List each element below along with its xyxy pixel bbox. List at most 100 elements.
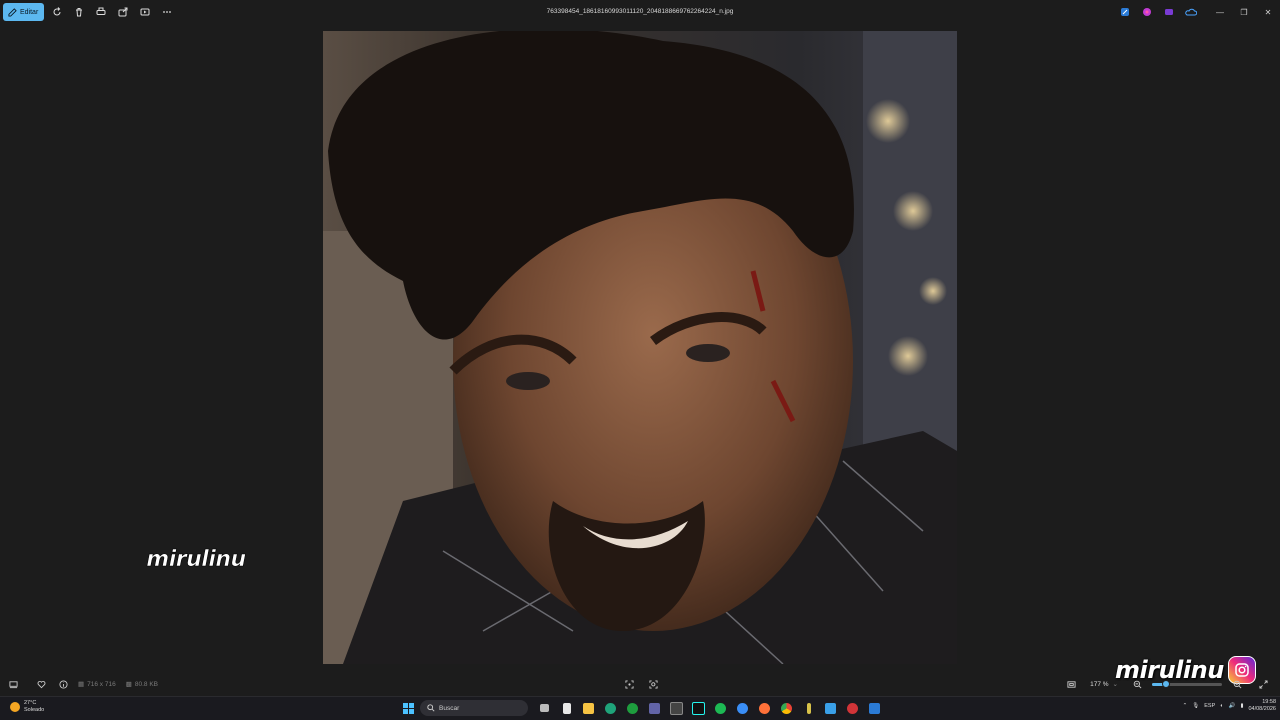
print-button[interactable] xyxy=(90,3,112,21)
tiktok-app[interactable] xyxy=(689,699,708,717)
start-button[interactable] xyxy=(399,699,417,717)
zoom-level-text: 177 % xyxy=(1090,680,1109,688)
wifi-icon[interactable]: ◐ xyxy=(1220,703,1223,709)
weather-widget[interactable]: 27°C Soleado xyxy=(10,700,44,714)
language-indicator[interactable]: ESP xyxy=(1204,703,1215,709)
status-bar: ▦ 716 x 716 ▩ 80.8 KB 177 % ⌄ xyxy=(0,672,1280,696)
trash-icon xyxy=(76,8,83,17)
slideshow-icon xyxy=(140,8,150,16)
more-icon xyxy=(163,11,172,13)
visual-search-icon xyxy=(648,679,658,689)
edge-app[interactable] xyxy=(601,699,620,717)
fullscreen-button[interactable] xyxy=(1252,674,1274,694)
focus-view-button[interactable] xyxy=(618,674,640,694)
chrome-app[interactable] xyxy=(777,699,796,717)
tiktok-icon xyxy=(692,701,705,715)
taskbar-search[interactable]: Buscar xyxy=(420,700,528,716)
tray-overflow-chevron-icon[interactable]: ⌃ xyxy=(1183,703,1188,709)
weather-temperature: 27°C xyxy=(24,700,37,706)
displayed-photo[interactable] xyxy=(323,31,957,664)
onedrive-app-button[interactable] xyxy=(1182,3,1200,21)
info-icon xyxy=(58,679,68,689)
notepad-app[interactable] xyxy=(557,699,576,717)
zoom-level-dropdown[interactable]: 177 % ⌄ xyxy=(1086,678,1122,690)
search-placeholder: Buscar xyxy=(439,704,460,712)
firefox-app[interactable] xyxy=(755,699,774,717)
calculator-app[interactable] xyxy=(667,699,686,717)
file-explorer-app[interactable] xyxy=(579,699,598,717)
fullscreen-icon xyxy=(1258,679,1268,689)
volume-icon[interactable]: 🔊 xyxy=(1229,703,1236,709)
file-name-title: 763398454_18618160993011120_204818866976… xyxy=(546,8,734,15)
zoom-out-button[interactable] xyxy=(1126,674,1148,694)
print-icon xyxy=(96,7,106,15)
info-button[interactable] xyxy=(52,674,74,694)
visual-search-button[interactable] xyxy=(642,674,664,694)
onedrive-cloud-icon xyxy=(1185,8,1197,16)
teams-icon xyxy=(649,702,660,714)
document-icon xyxy=(562,702,571,714)
portrait-photo xyxy=(323,31,957,664)
clock-time: 19:58 xyxy=(1262,699,1276,705)
share-button[interactable] xyxy=(112,3,134,21)
clipchamp-app-button[interactable] xyxy=(1116,3,1134,21)
dimensions-icon: ▦ xyxy=(78,681,85,688)
close-icon: ✕ xyxy=(1264,7,1272,17)
title-bar: Editar 763398454_18618160993011120_20481… xyxy=(0,0,1280,24)
messenger-app[interactable] xyxy=(733,699,752,717)
photos-icon xyxy=(847,702,858,714)
teams-app[interactable] xyxy=(645,699,664,717)
task-view-button[interactable] xyxy=(535,699,554,717)
clock[interactable]: 19:58 04/08/2026 xyxy=(1248,699,1276,713)
edit-icon xyxy=(8,7,17,17)
clipchamp-purple-app-button[interactable] xyxy=(1160,3,1178,21)
minimize-button[interactable]: — xyxy=(1208,0,1232,24)
zoom-out-icon xyxy=(1133,680,1141,688)
favorite-button[interactable] xyxy=(30,674,52,694)
weather-description: Soleado xyxy=(24,707,45,713)
spotify-icon xyxy=(715,702,726,714)
search-icon xyxy=(427,704,435,712)
xbox-icon xyxy=(627,702,638,714)
restore-button[interactable]: ❐ xyxy=(1232,0,1256,24)
image-viewer[interactable]: mirulinu xyxy=(0,24,1280,672)
slideshow-button[interactable] xyxy=(134,3,156,21)
fit-window-icon xyxy=(1067,680,1076,688)
photos-app-active[interactable] xyxy=(843,699,862,717)
spotify-app[interactable] xyxy=(711,699,730,717)
notes-icon xyxy=(825,702,836,714)
edit-button-label: Editar xyxy=(20,8,39,16)
edit-button[interactable]: Editar xyxy=(3,3,45,21)
photo-editor-icon xyxy=(869,702,880,714)
windows-taskbar: 27°C Soleado Buscar ⌃ 🎙 ESP ◐ 🔊 ▮ 19:58 … xyxy=(0,696,1280,720)
rotate-button[interactable] xyxy=(46,3,68,21)
edge-icon xyxy=(605,702,616,714)
dimensions-text: 716 x 716 xyxy=(87,680,116,688)
close-button[interactable]: ✕ xyxy=(1256,0,1280,24)
minimize-icon: — xyxy=(1216,7,1224,17)
chrome-icon xyxy=(781,702,792,714)
more-options-button[interactable] xyxy=(156,3,178,21)
delete-button[interactable] xyxy=(68,3,90,21)
system-tray: ⌃ 🎙 ESP ◐ 🔊 ▮ 19:58 04/08/2026 xyxy=(1183,699,1276,713)
mirulinu-wordmark-logo: mirulinu xyxy=(146,547,246,573)
battery-icon[interactable]: ▮ xyxy=(1240,703,1243,709)
designer-icon xyxy=(1143,8,1151,16)
notes-app[interactable] xyxy=(821,699,840,717)
xbox-app[interactable] xyxy=(623,699,642,717)
clock-date: 04/08/2026 xyxy=(1248,706,1276,712)
calculator-icon xyxy=(670,701,683,715)
lightroom-app[interactable] xyxy=(799,699,818,717)
zoom-slider[interactable] xyxy=(1152,679,1222,688)
pen-icon xyxy=(806,702,811,714)
designer-app-button[interactable] xyxy=(1138,3,1156,21)
zoom-slider-handle[interactable] xyxy=(1162,679,1170,688)
microphone-icon[interactable]: 🎙 xyxy=(1192,703,1199,709)
restore-icon: ❐ xyxy=(1240,7,1248,17)
mirulinu-logo-left: mirulinu xyxy=(120,544,272,574)
zoom-in-button[interactable] xyxy=(1226,674,1248,694)
filmstrip-button[interactable] xyxy=(2,674,24,694)
fit-to-window-button[interactable] xyxy=(1060,674,1082,694)
photo-editor-app[interactable] xyxy=(865,699,884,717)
folder-icon xyxy=(583,702,594,714)
